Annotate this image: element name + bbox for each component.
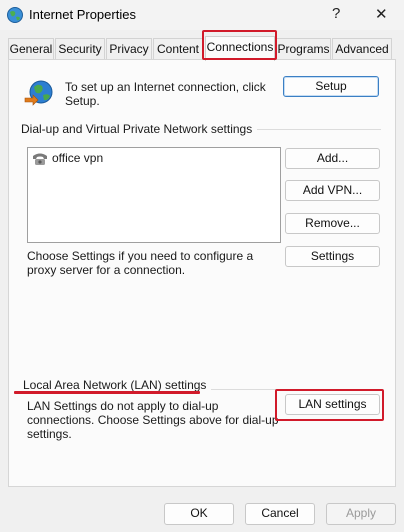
setup-description: To set up an Internet connection, click … <box>65 80 266 108</box>
connections-list[interactable]: office vpn <box>27 147 281 243</box>
dialup-group-label: Dial-up and Virtual Private Network sett… <box>21 122 258 136</box>
window-title: Internet Properties <box>29 7 136 22</box>
help-button[interactable]: ? <box>332 5 340 22</box>
setup-button[interactable]: Setup <box>283 76 379 97</box>
add-button[interactable]: Add... <box>285 148 380 169</box>
network-globe-icon <box>24 80 53 106</box>
connections-tab-page: To set up an Internet connection, click … <box>8 59 396 487</box>
ok-button[interactable]: OK <box>164 503 234 525</box>
lan-group-label: Local Area Network (LAN) settings <box>23 378 212 392</box>
tab-strip: General Security Privacy Content Connect… <box>0 36 404 61</box>
tab-privacy[interactable]: Privacy <box>106 38 152 60</box>
connection-name: office vpn <box>52 151 104 165</box>
internet-globe-icon <box>7 7 23 23</box>
dialup-connection-icon <box>33 153 47 165</box>
lan-description: LAN Settings do not apply to dial-up con… <box>27 399 279 441</box>
add-vpn-button[interactable]: Add VPN... <box>285 180 380 201</box>
tab-general[interactable]: General <box>8 38 54 60</box>
dialog-footer: OK Cancel Apply <box>0 494 404 532</box>
tab-security[interactable]: Security <box>55 38 105 60</box>
lan-label-underline <box>14 391 200 394</box>
tab-advanced[interactable]: Advanced <box>332 38 392 60</box>
tab-programs[interactable]: Programs <box>276 38 331 60</box>
proxy-description: Choose Settings if you need to configure… <box>27 249 254 277</box>
tab-connections[interactable]: Connections <box>205 36 275 61</box>
close-button[interactable]: ✕ <box>375 5 388 23</box>
tab-content[interactable]: Content <box>153 38 203 60</box>
cancel-button[interactable]: Cancel <box>245 503 315 525</box>
remove-button[interactable]: Remove... <box>285 213 380 234</box>
settings-button[interactable]: Settings <box>285 246 380 267</box>
apply-button[interactable]: Apply <box>326 503 396 525</box>
lan-settings-button[interactable]: LAN settings <box>285 394 380 415</box>
title-bar: Internet Properties ? ✕ <box>0 0 404 30</box>
